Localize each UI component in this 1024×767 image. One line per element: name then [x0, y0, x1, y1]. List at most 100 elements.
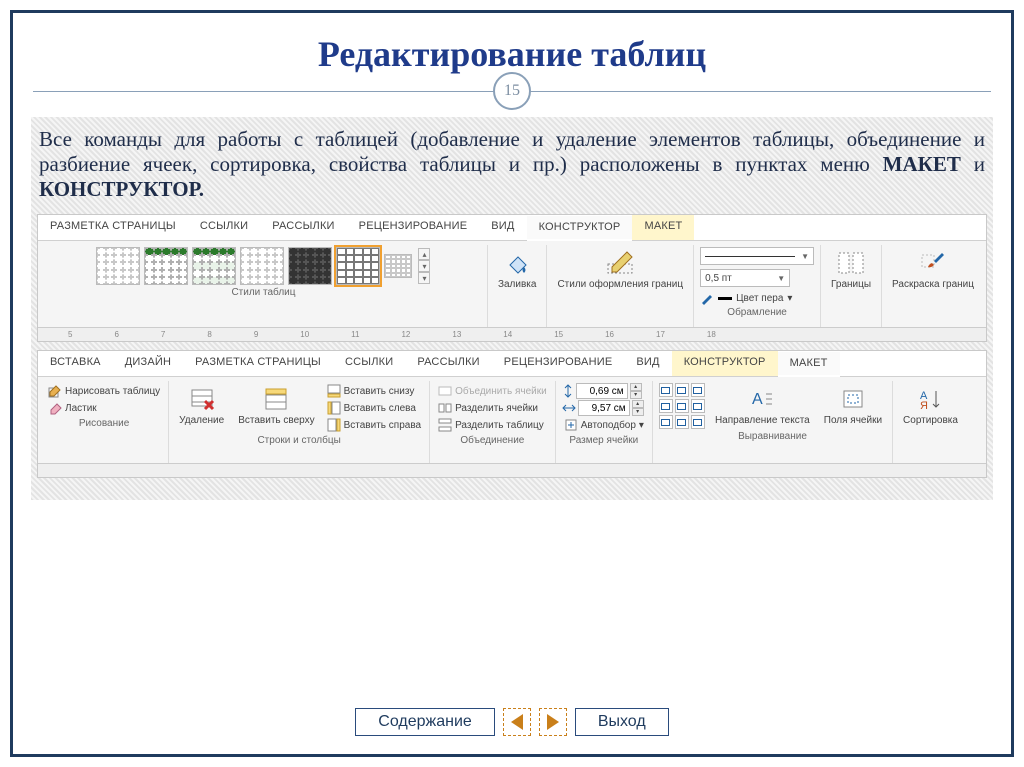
pen-style-combo[interactable]: ▼	[700, 247, 814, 265]
cell-margins-icon	[838, 385, 868, 413]
nav-bar: Содержание Выход	[13, 708, 1011, 736]
merge-cells-label: Объединить ячейки	[455, 386, 547, 397]
insert-right-button[interactable]: Вставить справа	[325, 417, 423, 433]
tab-view2[interactable]: ВИД	[624, 351, 671, 376]
group-alignment: Выравнивание	[738, 429, 807, 444]
insert-right-label: Вставить справа	[344, 420, 421, 431]
sort-icon: АЯ	[915, 385, 945, 413]
insert-above-icon	[261, 385, 291, 413]
borders-label: Границы	[831, 279, 871, 290]
tab-review[interactable]: РЕЦЕНЗИРОВАНИЕ	[347, 215, 480, 240]
delete-button[interactable]: Удаление	[175, 383, 228, 428]
alignment-grid[interactable]	[659, 383, 705, 429]
group-framing: Обрамление	[727, 305, 787, 320]
slide-title: Редактирование таблиц	[13, 13, 1011, 81]
split-table-label: Разделить таблицу	[455, 420, 544, 431]
draw-table-button[interactable]: Нарисовать таблицу	[46, 383, 162, 399]
eraser-icon	[48, 401, 62, 415]
tab-insert[interactable]: ВСТАВКА	[38, 351, 113, 376]
pen-width-value: 0,5 пт	[705, 273, 732, 284]
pen-border-icon	[605, 249, 635, 277]
draw-table-label: Нарисовать таблицу	[65, 386, 160, 397]
text-direction-label: Направление текста	[715, 415, 810, 426]
sort-label: Сортировка	[903, 415, 958, 426]
svg-text:Я: Я	[920, 400, 928, 411]
tab-references[interactable]: ССЫЛКИ	[188, 215, 260, 240]
tab-view[interactable]: ВИД	[479, 215, 526, 240]
width-icon	[562, 402, 576, 414]
cell-margins-label: Поля ячейки	[824, 415, 882, 426]
split-table-button[interactable]: Разделить таблицу	[436, 417, 549, 433]
split-table-icon	[438, 418, 452, 432]
group-cell-size: Размер ячейки	[569, 433, 638, 448]
tab-design[interactable]: ДИЗАЙН	[113, 351, 183, 376]
pen-color-label: Цвет пера	[736, 293, 783, 304]
table-style-dark[interactable]	[288, 247, 332, 285]
table-style-header[interactable]	[144, 247, 188, 285]
merge-cells-button[interactable]: Объединить ячейки	[436, 383, 549, 399]
group-rows-cols: Строки и столбцы	[257, 433, 340, 448]
fill-label: Заливка	[498, 279, 537, 290]
eraser-button[interactable]: Ластик	[46, 400, 162, 416]
insert-below-button[interactable]: Вставить снизу	[325, 383, 423, 399]
border-styles-button[interactable]: Стили оформления границ	[553, 247, 687, 292]
split-cells-label: Разделить ячейки	[455, 403, 538, 414]
triangle-right-icon	[547, 714, 559, 730]
text-direction-button[interactable]: A Направление текста	[711, 383, 814, 428]
delete-icon	[187, 385, 217, 413]
group-drawing: Рисование	[79, 416, 129, 431]
tab-designer[interactable]: КОНСТРУКТОР	[527, 216, 633, 241]
tab-mailings2[interactable]: РАССЫЛКИ	[405, 351, 491, 376]
height-icon	[562, 384, 574, 398]
borders-button[interactable]: Границы	[827, 247, 875, 292]
text-direction-icon: A	[747, 385, 777, 413]
ribbon-layout: ВСТАВКА ДИЗАЙН РАЗМЕТКА СТРАНИЦЫ ССЫЛКИ …	[37, 350, 987, 478]
split-cells-icon	[438, 401, 452, 415]
row-height-input[interactable]: ▴▾	[562, 383, 646, 399]
insert-below-label: Вставить снизу	[344, 386, 415, 397]
merge-icon	[438, 384, 452, 398]
sort-button[interactable]: АЯ Сортировка	[899, 383, 962, 428]
border-painter-button[interactable]: Раскраска границ	[888, 247, 978, 292]
tab-designer2[interactable]: КОНСТРУКТОР	[672, 351, 778, 376]
autofit-label: Автоподбор	[581, 420, 636, 431]
tab-references2[interactable]: ССЫЛКИ	[333, 351, 405, 376]
gallery-more[interactable]: ▴▾▾	[418, 248, 430, 284]
border-styles-label: Стили оформления границ	[557, 279, 683, 290]
next-button[interactable]	[539, 708, 567, 736]
col-width-input[interactable]: ▴▾	[562, 400, 646, 416]
insert-above-label: Вставить сверху	[238, 415, 314, 426]
table-styles-gallery[interactable]: ▴▾▾	[96, 247, 430, 285]
chevron-down-icon: ▾	[787, 293, 792, 304]
borders-icon	[836, 249, 866, 277]
split-cells-button[interactable]: Разделить ячейки	[436, 400, 549, 416]
tab-page-layout2[interactable]: РАЗМЕТКА СТРАНИЦЫ	[183, 351, 333, 376]
pen-width-combo[interactable]: 0,5 пт▼	[700, 269, 790, 287]
tabs-layout: ВСТАВКА ДИЗАЙН РАЗМЕТКА СТРАНИЦЫ ССЫЛКИ …	[38, 351, 986, 377]
tab-mailings[interactable]: РАССЫЛКИ	[260, 215, 346, 240]
tab-review2[interactable]: РЕЦЕНЗИРОВАНИЕ	[492, 351, 625, 376]
autofit-button[interactable]: Автоподбор▾	[562, 417, 646, 433]
tabs-designer: РАЗМЕТКА СТРАНИЦЫ ССЫЛКИ РАССЫЛКИ РЕЦЕНЗ…	[38, 215, 986, 241]
insert-above-button[interactable]: Вставить сверху	[234, 383, 318, 428]
tab-layout2[interactable]: МАКЕТ	[778, 352, 840, 377]
insert-left-icon	[327, 401, 341, 415]
prev-button[interactable]	[503, 708, 531, 736]
insert-left-button[interactable]: Вставить слева	[325, 400, 423, 416]
chevron-down-icon: ▾	[639, 420, 644, 431]
fill-button[interactable]: Заливка	[494, 247, 541, 292]
tab-page-layout[interactable]: РАЗМЕТКА СТРАНИЦЫ	[38, 215, 188, 240]
table-style-plain[interactable]	[96, 247, 140, 285]
tab-layout[interactable]: МАКЕТ	[632, 215, 694, 240]
pen-color-button[interactable]: Цвет пера ▾	[700, 291, 792, 305]
table-style-small[interactable]	[384, 254, 412, 278]
table-style-dashed[interactable]	[240, 247, 284, 285]
table-style-banded[interactable]	[192, 247, 236, 285]
cell-margins-button[interactable]: Поля ячейки	[820, 383, 886, 428]
exit-button[interactable]: Выход	[575, 708, 669, 736]
pen-icon	[700, 291, 714, 305]
table-style-grid-selected[interactable]	[336, 247, 380, 285]
contents-button[interactable]: Содержание	[355, 708, 495, 736]
page-number-badge: 15	[493, 72, 531, 110]
chevron-down-icon: ▼	[801, 252, 809, 261]
